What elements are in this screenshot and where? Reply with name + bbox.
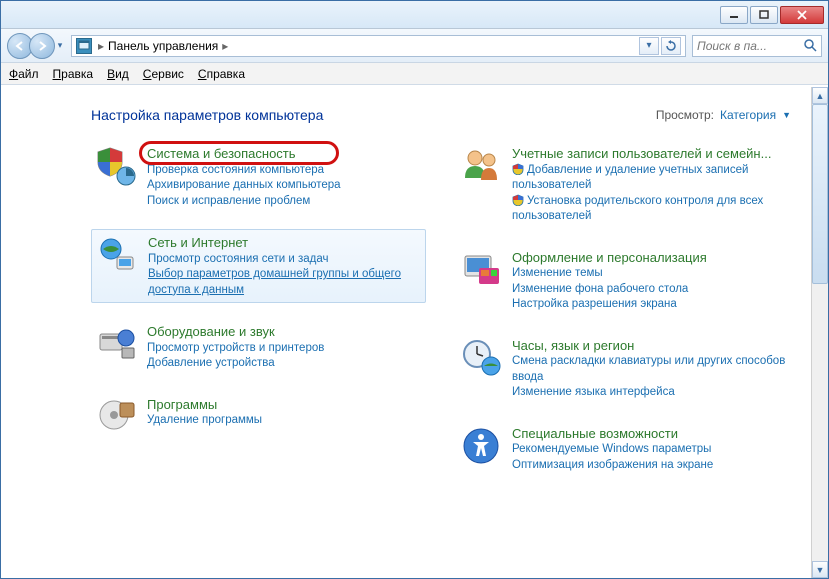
menu-help[interactable]: Справка [198,67,245,81]
link-optimize-display[interactable]: Оптимизация изображения на экране [512,458,787,474]
control-panel-icon [76,38,92,54]
link-uninstall[interactable]: Удаление программы [147,413,422,429]
accessibility-icon [460,425,502,467]
link-display-lang[interactable]: Изменение языка интерфейса [512,385,787,401]
minimize-button[interactable] [720,6,748,24]
network-icon [96,234,138,276]
appearance-icon [460,249,502,291]
link-parental[interactable]: Установка родительского контроля для все… [512,194,787,225]
menu-edit[interactable]: Правка [53,67,94,81]
scroll-track[interactable] [812,284,828,561]
nav-buttons: ▾ [7,33,65,59]
search-placeholder: Поиск в па... [697,39,767,53]
shield-icon [512,194,524,206]
link-users[interactable]: Учетные записи пользователей и семейн... [512,146,771,161]
link-keyboard-layout[interactable]: Смена раскладки клавиатуры или других сп… [512,354,787,385]
menu-file[interactable]: Файл [9,67,39,81]
category-network: Сеть и Интернет Просмотр состояния сети … [91,229,426,303]
link-hardware[interactable]: Оборудование и звук [147,324,275,339]
search-input[interactable]: Поиск в па... [692,35,822,57]
content-header: Настройка параметров компьютера Просмотр… [91,107,791,123]
left-column: Система и безопасность Проверка состояни… [91,141,426,477]
right-column: Учетные записи пользователей и семейн...… [456,141,791,477]
view-label: Просмотр: [656,108,714,122]
refresh-button[interactable] [661,37,681,55]
system-security-icon [95,145,137,187]
view-selector[interactable]: Просмотр: Категория ▼ [656,108,791,122]
titlebar [1,1,828,29]
clock-icon [460,337,502,379]
search-icon [803,38,817,55]
address-bar[interactable]: ▸ Панель управления ▸ ▾ [71,35,686,57]
link-network[interactable]: Сеть и Интернет [148,235,248,250]
address-dropdown[interactable]: ▾ [639,37,659,55]
category-hardware: Оборудование и звук Просмотр устройств и… [91,319,426,376]
category-columns: Система и безопасность Проверка состояни… [91,141,791,477]
breadcrumb-root[interactable]: Панель управления [108,39,218,53]
link-devices-printers[interactable]: Просмотр устройств и принтеров [147,341,422,357]
link-wallpaper[interactable]: Изменение фона рабочего стола [512,282,787,298]
content-wrapper: Настройка параметров компьютера Просмотр… [1,87,828,578]
category-users: Учетные записи пользователей и семейн...… [456,141,791,229]
nav-row: ▾ ▸ Панель управления ▸ ▾ Поиск в па... [1,29,828,63]
link-homegroup[interactable]: Выбор параметров домашней группы и общег… [148,267,421,298]
menu-service[interactable]: Сервис [143,67,184,81]
breadcrumb: ▸ Панель управления ▸ [98,39,228,53]
scroll-down-button[interactable]: ▼ [812,561,828,578]
category-clock: Часы, язык и регион Смена раскладки клав… [456,333,791,405]
shield-icon [512,163,524,175]
nav-history-dropdown[interactable]: ▾ [55,33,65,59]
category-system: Система и безопасность Проверка состояни… [91,141,426,213]
link-network-status[interactable]: Просмотр состояния сети и задач [148,252,421,268]
breadcrumb-sep[interactable]: ▸ [222,39,228,53]
content: Настройка параметров компьютера Просмотр… [1,87,811,578]
link-clock[interactable]: Часы, язык и регион [512,338,634,353]
link-backup[interactable]: Архивирование данных компьютера [147,178,422,194]
link-access[interactable]: Специальные возможности [512,426,678,441]
users-icon [460,145,502,187]
scroll-up-button[interactable]: ▲ [812,87,828,104]
link-programs[interactable]: Программы [147,397,217,412]
menu-bar: Файл Правка Вид Сервис Справка [1,63,828,85]
scroll-thumb[interactable] [812,104,828,284]
hardware-icon [95,323,137,365]
view-value: Категория [720,108,776,122]
vertical-scrollbar[interactable]: ▲ ▼ [811,87,828,578]
link-check-status[interactable]: Проверка состояния компьютера [147,163,422,179]
chevron-down-icon: ▼ [782,110,791,120]
maximize-button[interactable] [750,6,778,24]
menu-view[interactable]: Вид [107,67,129,81]
link-recommended[interactable]: Рекомендуемые Windows параметры [512,442,787,458]
link-appearance[interactable]: Оформление и персонализация [512,250,707,265]
page-title: Настройка параметров компьютера [91,107,323,123]
address-right-controls: ▾ [639,37,681,55]
link-add-device[interactable]: Добавление устройства [147,356,422,372]
category-access: Специальные возможности Рекомендуемые Wi… [456,421,791,478]
link-system-security[interactable]: Система и безопасность [147,146,296,161]
link-troubleshoot[interactable]: Поиск и исправление проблем [147,194,422,210]
link-theme[interactable]: Изменение темы [512,266,787,282]
category-appearance: Оформление и персонализация Изменение те… [456,245,791,317]
breadcrumb-sep: ▸ [98,39,104,53]
forward-button[interactable] [29,33,55,59]
link-add-remove-accounts[interactable]: Добавление и удаление учетных записей по… [512,163,787,194]
link-resolution[interactable]: Настройка разрешения экрана [512,297,787,313]
category-programs: Программы Удаление программы [91,392,426,442]
close-button[interactable] [780,6,824,24]
window: { "titlebar": { "minimize": "–", "maximi… [0,0,829,579]
programs-icon [95,396,137,438]
